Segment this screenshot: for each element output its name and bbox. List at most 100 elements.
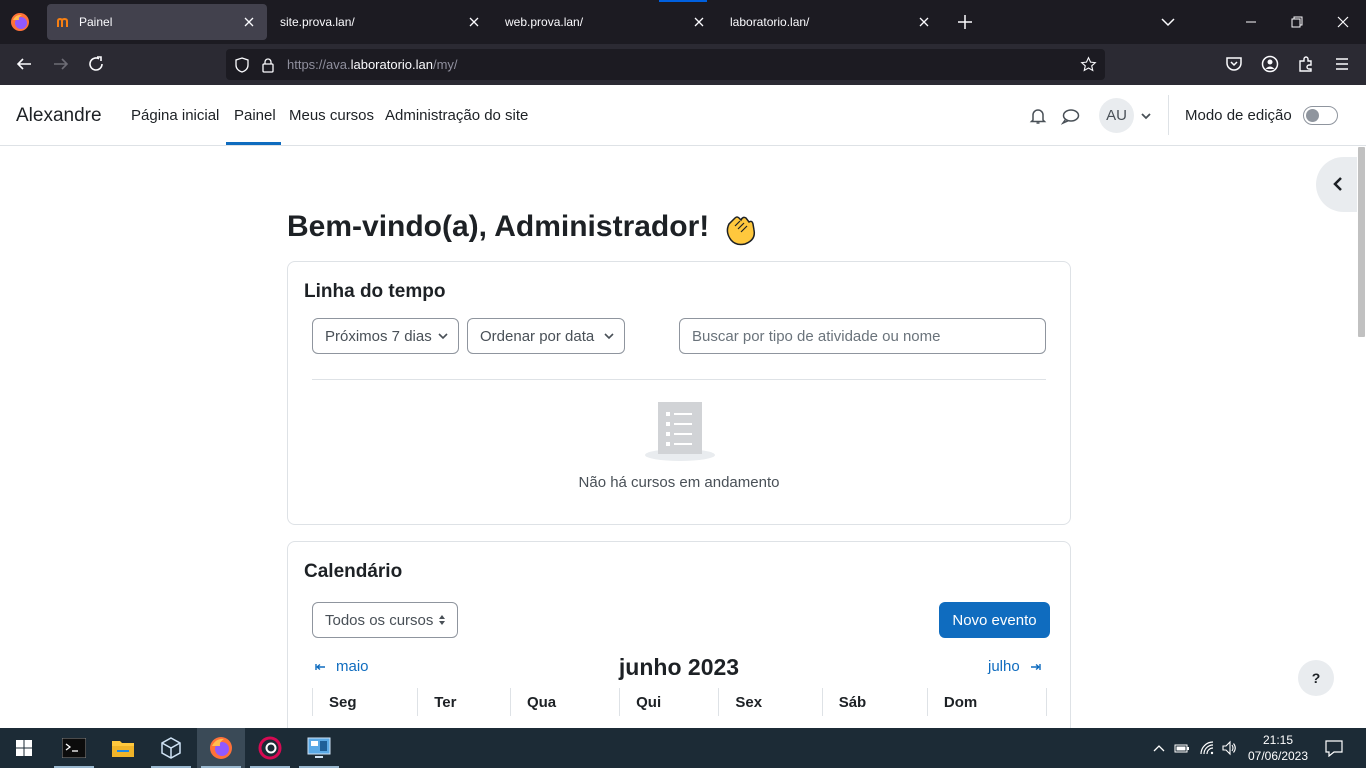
tab-laboratorio[interactable]: laboratorio.lan/ — [722, 4, 942, 40]
windows-logo-icon — [16, 740, 32, 756]
edit-mode-toggle[interactable] — [1303, 106, 1338, 125]
notifications-bell-icon[interactable] — [1029, 107, 1047, 125]
volume-icon[interactable] — [1221, 740, 1237, 756]
active-nav-indicator — [226, 142, 281, 145]
battery-icon[interactable] — [1174, 740, 1190, 756]
next-month-label: julho — [988, 658, 1020, 675]
weekday-header: Ter — [417, 688, 511, 716]
firefox-icon[interactable] — [10, 12, 30, 32]
virtualbox-icon — [161, 737, 181, 759]
chevron-left-icon — [1333, 177, 1342, 191]
forward-icon[interactable] — [51, 54, 71, 74]
calendar-table: Seg Ter Qua Qui Sex Sáb Dom — [311, 688, 1048, 716]
back-icon[interactable] — [14, 54, 34, 74]
notifications-center-icon[interactable] — [1325, 739, 1343, 757]
tab-label: laboratorio.lan/ — [730, 15, 810, 29]
taskbar-remote-app[interactable] — [295, 728, 343, 768]
tab-label: web.prova.lan/ — [505, 15, 584, 29]
terminal-icon — [62, 738, 86, 758]
calendar-card: Calendário Todos os cursos Novo evento m… — [287, 541, 1071, 741]
nav-home[interactable]: Página inicial — [131, 107, 219, 124]
weekday-header: Qui — [619, 688, 720, 716]
tab-painel[interactable]: Painel — [47, 4, 267, 40]
timeline-search-input[interactable] — [679, 318, 1046, 354]
browser-tab-bar: Painel site.prova.lan/ web.prova.lan/ la… — [0, 0, 1366, 44]
folder-icon — [112, 741, 134, 757]
weekday-header-row: Seg Ter Qua Qui Sex Sáb Dom — [311, 688, 1048, 716]
system-clock[interactable]: 21:15 07/06/2023 — [1244, 732, 1312, 764]
wifi-icon[interactable] — [1199, 740, 1215, 756]
messages-icon[interactable] — [1061, 108, 1080, 125]
restore-icon[interactable] — [1287, 12, 1307, 32]
close-tab-icon[interactable] — [691, 14, 707, 30]
url-domain: laboratorio.lan — [350, 57, 433, 72]
open-drawer-button[interactable] — [1316, 157, 1360, 212]
close-tab-icon[interactable] — [241, 14, 257, 30]
timeline-day-filter[interactable]: Próximos 7 dias — [312, 318, 459, 354]
tab-activity-indicator — [659, 0, 707, 2]
close-tab-icon[interactable] — [916, 14, 932, 30]
swirl-app-icon — [258, 736, 282, 760]
no-courses-icon — [645, 402, 715, 461]
taskbar-virtualbox[interactable] — [147, 728, 195, 768]
site-header: Alexandre Página inicial Painel Meus cur… — [0, 85, 1366, 146]
help-button[interactable]: ? — [1298, 660, 1334, 696]
current-month-heading: junho 2023 — [618, 654, 740, 680]
weekday-header: Seg — [311, 688, 419, 716]
calendar-course-filter[interactable]: Todos os cursos — [312, 602, 458, 638]
tab-label: site.prova.lan/ — [280, 15, 355, 29]
minimize-icon[interactable] — [1241, 12, 1261, 32]
waving-hand-icon — [726, 216, 756, 246]
clock-date: 07/06/2023 — [1247, 749, 1309, 763]
timeline-card: Linha do tempo Próximos 7 dias Ordenar p… — [287, 261, 1071, 525]
browser-toolbar: https://ava.laboratorio.lan/my/ — [0, 44, 1366, 85]
taskbar-app-debian[interactable] — [246, 728, 294, 768]
tab-label: Painel — [79, 15, 113, 29]
lock-icon[interactable] — [260, 57, 276, 73]
edit-mode-label: Modo de edição — [1185, 107, 1292, 124]
new-tab-icon[interactable] — [955, 12, 975, 32]
account-icon[interactable] — [1260, 54, 1280, 74]
taskbar-firefox[interactable] — [197, 728, 245, 768]
next-month-link[interactable]: julho — [988, 658, 1041, 675]
url-prefix: https://ava. — [287, 57, 351, 72]
clock-time: 21:15 — [1262, 733, 1294, 747]
close-window-icon[interactable] — [1333, 12, 1353, 32]
nav-dashboard[interactable]: Painel — [234, 107, 276, 124]
menu-icon[interactable] — [1332, 54, 1352, 74]
arrow-right-icon — [1030, 663, 1041, 670]
address-bar[interactable]: https://ava.laboratorio.lan/my/ — [226, 49, 1105, 80]
scrollbar-thumb[interactable] — [1358, 147, 1365, 337]
taskbar-terminal[interactable] — [50, 728, 98, 768]
chevron-down-icon — [604, 333, 614, 340]
weekday-header: Qua — [509, 688, 621, 716]
start-button[interactable] — [0, 728, 48, 768]
pocket-icon[interactable] — [1224, 54, 1244, 74]
calendar-title: Calendário — [304, 561, 403, 582]
tab-site-prova[interactable]: site.prova.lan/ — [272, 4, 492, 40]
url-text[interactable]: https://ava.laboratorio.lan/my/ — [287, 57, 458, 72]
toggle-knob — [1306, 109, 1319, 122]
reload-icon[interactable] — [86, 54, 106, 74]
chevron-down-icon[interactable] — [1141, 112, 1151, 120]
chevron-up-icon[interactable] — [1151, 740, 1167, 756]
site-brand[interactable]: Alexandre — [16, 105, 102, 127]
divider — [312, 379, 1046, 380]
timeline-sort-select[interactable]: Ordenar por data — [467, 318, 625, 354]
close-tab-icon[interactable] — [466, 14, 482, 30]
new-event-button[interactable]: Novo evento — [939, 602, 1050, 638]
weekday-header: Dom — [926, 688, 1048, 716]
header-divider — [1168, 95, 1169, 135]
extensions-icon[interactable] — [1296, 54, 1316, 74]
shield-icon[interactable] — [234, 57, 250, 73]
tab-web-prova[interactable]: web.prova.lan/ — [497, 4, 717, 40]
nav-site-admin[interactable]: Administração do site — [385, 107, 528, 124]
list-tabs-icon[interactable] — [1158, 12, 1178, 32]
bookmark-star-icon[interactable] — [1080, 56, 1097, 73]
moodle-icon — [57, 17, 68, 27]
user-avatar[interactable]: AU — [1099, 98, 1134, 133]
sort-value: Ordenar por data — [480, 327, 595, 345]
nav-my-courses[interactable]: Meus cursos — [289, 107, 374, 124]
taskbar-file-explorer[interactable] — [99, 728, 147, 768]
weekday-header: Sex — [718, 688, 823, 716]
